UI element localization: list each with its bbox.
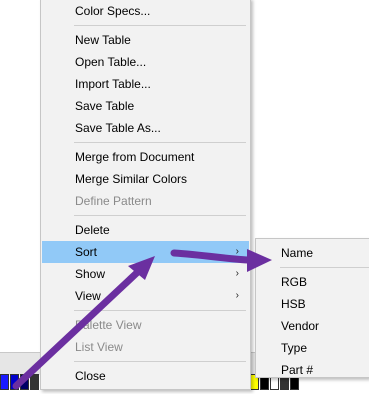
menu-item-define-pattern: Define Pattern [75, 194, 152, 208]
menu-item-palette-view: Palette View [75, 318, 142, 332]
menu-separator [74, 142, 246, 143]
menu-item-list-view: List View [75, 340, 123, 354]
menu-item-save-table-as[interactable]: Save Table As... [42, 117, 249, 139]
menu-item-save-table[interactable]: Save Table [42, 95, 249, 117]
submenu-chevron-icon: › [235, 246, 239, 257]
menu-item-color-specs[interactable]: Color Specs... [42, 0, 249, 22]
color-swatch[interactable] [30, 374, 39, 390]
sort-by-part-number[interactable]: Part # [257, 359, 368, 381]
sort-by-name[interactable]: Name [257, 242, 368, 264]
sort-by-rgb[interactable]: RGB [257, 271, 368, 293]
menu-separator [280, 267, 369, 268]
menu-item-open-table[interactable]: Open Table... [42, 51, 249, 73]
sort-submenu: Name RGB HSB Vendor Type Part # [255, 238, 369, 378]
color-swatch[interactable] [10, 374, 19, 390]
menu-item-merge-from-document[interactable]: Merge from Document [42, 146, 249, 168]
color-swatch[interactable] [20, 374, 29, 390]
menu-item-show[interactable]: Show › [42, 263, 249, 285]
menu-separator [74, 215, 246, 216]
menu-item-close[interactable]: Close [42, 365, 249, 387]
menu-item-sort[interactable]: Sort › [42, 241, 249, 263]
menu-separator [74, 361, 246, 362]
sort-by-vendor[interactable]: Vendor [257, 315, 368, 337]
color-swatch[interactable] [0, 374, 9, 390]
menu-item-merge-similar-colors[interactable]: Merge Similar Colors [42, 168, 249, 190]
color-table-menu: Color Specs... New Table Open Table... I… [40, 0, 251, 390]
sort-by-hsb[interactable]: HSB [257, 293, 368, 315]
menu-item-view[interactable]: View › [42, 285, 249, 307]
submenu-chevron-icon: › [235, 290, 239, 301]
menu-item-new-table[interactable]: New Table [42, 29, 249, 51]
menu-item-delete[interactable]: Delete [42, 219, 249, 241]
menu-item-import-table[interactable]: Import Table... [42, 73, 249, 95]
menu-separator [74, 25, 246, 26]
submenu-chevron-icon: › [235, 268, 239, 279]
menu-separator [74, 310, 246, 311]
sort-by-type[interactable]: Type [257, 337, 368, 359]
